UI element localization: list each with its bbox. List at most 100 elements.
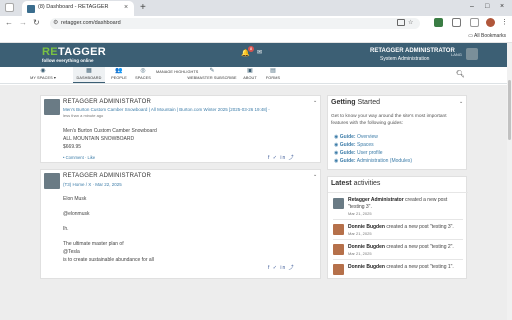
activity-item[interactable]: Donnie Bugden created a new post "testin…: [348, 264, 454, 270]
chevron-down-icon[interactable]: ⌄: [313, 172, 317, 178]
avatar[interactable]: [333, 244, 344, 255]
reload-icon[interactable]: ↻: [33, 16, 40, 30]
puzzle-extensions-icon[interactable]: [452, 18, 461, 27]
menu-icon[interactable]: ⋮: [501, 18, 508, 27]
post-card: RETAGGER ADMINISTRATOR (T3) Home / X · M…: [40, 169, 321, 279]
nav-dashboard[interactable]: ▦ DASHBOARD: [73, 67, 105, 83]
webmaster-icon: ✎: [209, 68, 215, 74]
avatar[interactable]: [44, 99, 60, 115]
guide-link-administration[interactable]: ◉ Guide: Administration (Modules): [334, 158, 412, 164]
twitter-icon[interactable]: ✓: [273, 265, 278, 271]
nav-my-spaces[interactable]: ◉ MY SPACES ▾: [28, 67, 58, 83]
post-source-link[interactable]: (T3) Home / X · Mar 22, 2025: [63, 182, 122, 187]
share-icon[interactable]: ⤴: [289, 155, 295, 161]
sidepanel-icon[interactable]: [470, 18, 479, 27]
linkedin-icon[interactable]: in: [280, 265, 286, 271]
chevron-down-icon[interactable]: ⌄: [313, 98, 317, 104]
profile-icon[interactable]: [486, 18, 495, 27]
bell-icon[interactable]: 🔔: [241, 50, 250, 58]
site-info-icon[interactable]: ⚙: [53, 19, 58, 26]
nav-people[interactable]: 👥 PEOPLE: [108, 67, 130, 83]
avatar[interactable]: [333, 224, 344, 235]
address-url: retagger.com/dashboard: [61, 20, 121, 26]
chevron-down-icon[interactable]: ⌄: [459, 99, 463, 105]
logo-re[interactable]: RE: [42, 46, 58, 58]
scrollbar-thumb[interactable]: [508, 80, 511, 140]
post-author[interactable]: RETAGGER ADMINISTRATOR: [63, 99, 151, 105]
facebook-icon[interactable]: f: [268, 265, 270, 271]
nav-forms[interactable]: ▤ FORMS: [263, 67, 283, 83]
messages-icon[interactable]: ✉: [257, 50, 265, 57]
language-selector[interactable]: LANG: [451, 52, 462, 57]
close-window-icon[interactable]: ×: [500, 1, 504, 13]
forms-icon: ▤: [270, 68, 276, 74]
spaces-icon: ◉: [40, 68, 46, 74]
panel-title: Latest activities: [331, 180, 381, 187]
getting-started-panel: Getting Started ⌄ Get to know your way a…: [327, 95, 467, 170]
divider: [333, 259, 463, 260]
post-line: ALL MOUNTAIN SNOWBOARD: [63, 136, 135, 142]
guide-link-spaces[interactable]: ◉ Guide: Spaces: [334, 142, 374, 148]
activity-detail: "testing 3".: [348, 204, 372, 210]
bookmarks-bar: ▭ All Bookmarks: [0, 31, 512, 43]
activity-item[interactable]: Retagger Administrator created a new pos…: [348, 197, 447, 203]
comment-link[interactable]: • Comment · Like: [63, 155, 95, 160]
post-line: is to create sustainable abundance for a…: [63, 257, 154, 263]
activity-item[interactable]: Donnie Bugden created a new post "testin…: [348, 224, 454, 230]
activity-date: Mar 21, 2025: [348, 231, 372, 236]
share-icon[interactable]: ⤴: [289, 265, 295, 271]
nav-webmaster-subscribe[interactable]: ✎ WEBMASTER SUBSCRIBE: [187, 67, 237, 83]
maximize-icon[interactable]: □: [485, 1, 489, 13]
back-icon[interactable]: ←: [5, 16, 13, 30]
extension-icon[interactable]: [434, 18, 443, 27]
guide-link-overview[interactable]: ◉ Guide: Overview: [334, 134, 378, 140]
nav-about[interactable]: ▣ ABOUT: [240, 67, 260, 83]
post-line: The ultimate master plan of: [63, 241, 124, 247]
nav-manage-highlights[interactable]: MANAGE HIGHLIGHTS: [156, 67, 198, 83]
avatar[interactable]: [333, 198, 344, 209]
linkedin-icon[interactable]: in: [280, 155, 286, 161]
logo-tagger[interactable]: TAGGER: [58, 46, 106, 58]
facebook-icon[interactable]: f: [268, 155, 270, 161]
search-icon[interactable]: 🔍︎: [456, 70, 465, 78]
main-nav: ◉ MY SPACES ▾ ▦ DASHBOARD 👥 PEOPLE ◎ SPACES …: [0, 67, 507, 84]
panel-title: Getting Started: [331, 99, 381, 106]
getting-started-text: Get to know your way around the site's m…: [331, 114, 447, 126]
post-line: Ih.: [63, 226, 69, 232]
forward-icon[interactable]: →: [19, 16, 27, 30]
share-icons[interactable]: f ✓ in ⤴: [268, 264, 295, 271]
divider: [328, 192, 468, 193]
post-author[interactable]: RETAGGER ADMINISTRATOR: [63, 173, 151, 179]
user-name[interactable]: RETAGGER ADMINISTRATOR: [370, 48, 455, 54]
avatar[interactable]: [44, 173, 60, 189]
minimize-icon[interactable]: –: [470, 1, 474, 13]
post-line: @Tesla: [63, 249, 80, 255]
favicon-icon: [27, 5, 35, 13]
avatar[interactable]: [466, 48, 478, 60]
divider: [333, 239, 463, 240]
avatar[interactable]: [333, 264, 344, 275]
activity-date: Mar 21, 2025: [348, 251, 372, 256]
nav-spaces[interactable]: ◎ SPACES: [132, 67, 154, 83]
user-role: System Administration: [380, 56, 430, 62]
browser-tab[interactable]: (8) Dashboard - RETAGGER ×: [22, 1, 134, 16]
activity-date: Mar 21, 2025: [348, 211, 372, 216]
post-line: $669.95: [63, 144, 82, 150]
like-link[interactable]: Like: [88, 155, 96, 160]
post-source-link[interactable]: Men's Burton Custom Camber Snowboard | A…: [63, 107, 270, 112]
address-bar[interactable]: ⚙ retagger.com/dashboard: [50, 18, 420, 29]
tab-close-icon[interactable]: ×: [124, 4, 128, 12]
activity-item[interactable]: Donnie Bugden created a new post "testin…: [348, 244, 454, 250]
notification-badge: 8: [248, 46, 254, 52]
twitter-icon[interactable]: ✓: [273, 155, 278, 161]
tab-search-icon[interactable]: [5, 3, 14, 12]
guide-link-user-profile[interactable]: ◉ Guide: User profile: [334, 150, 383, 156]
logo-tagline: follow everything online: [42, 58, 94, 63]
post-line: Elon Musk: [63, 196, 87, 202]
cast-icon[interactable]: [397, 19, 405, 26]
share-icons[interactable]: f ✓ in ⤴: [268, 154, 295, 161]
about-icon: ▣: [247, 68, 253, 74]
new-tab-icon[interactable]: +: [140, 2, 146, 14]
all-bookmarks[interactable]: ▭ All Bookmarks: [468, 33, 506, 39]
star-icon[interactable]: ☆: [408, 19, 413, 26]
